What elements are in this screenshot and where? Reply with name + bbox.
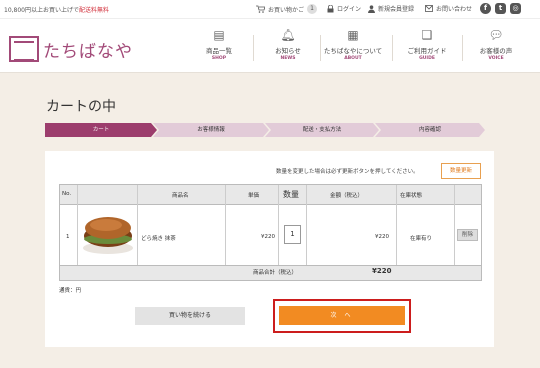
instagram-icon[interactable]: ◎ [510,3,521,14]
header-stock: 在庫状態 [400,193,423,199]
next-button[interactable]: 次 へ [279,306,405,325]
line-amount: ¥220 [375,234,389,240]
header-amount: 金額（税込） [330,193,364,199]
header-product-name: 商品名 [172,193,189,199]
checkout-steps: カート お客様情報 配送・支払方法 内容確認 [45,123,485,137]
quantity-notice: 数量を変更した場合は必ず更新ボタンを押してください。 [276,169,419,175]
calendar-icon: ▦ [347,28,359,42]
nav-divider [462,35,463,61]
nav-voice[interactable]: 💬︎ お客様の声 VOICE [466,27,526,61]
cart-label: お買い物かご [268,6,305,14]
dorayaki-image [83,217,133,254]
facebook-icon[interactable]: f [480,3,491,14]
logo-text[interactable]: たちばなや [43,37,133,62]
site-header: たちばなや ▤ 商品一覧 SHOP 🔔︎ お知らせ NEWS ▦ たちばなやにつ… [0,19,540,73]
contact-label: お問い合わせ [436,6,473,13]
contact-link[interactable]: お問い合わせ [425,4,472,13]
nav-news[interactable]: 🔔︎ お知らせ NEWS [258,27,318,61]
step-cart: カート [45,123,157,137]
register-link[interactable]: 新規会員登録 [368,4,414,13]
twitter-icon[interactable]: t [495,3,506,14]
mail-icon [425,5,433,12]
document-icon: ▤ [213,28,225,42]
header-quantity: 数量 [283,190,299,199]
currency-note: 通貨：円 [59,288,82,294]
page-title: カートの中 [46,99,116,115]
quantity-input[interactable]: 1 [284,225,301,244]
continue-shopping-button[interactable]: 買い物を続ける [135,307,245,325]
lock-icon [327,4,334,12]
update-quantity-button[interactable]: 数量更新 [441,163,481,179]
unit-price: ¥220 [261,234,275,240]
logo-mark[interactable] [9,36,39,62]
header-unit-price: 単価 [248,193,260,199]
step-customer-info: お客様情報 [153,123,269,137]
header-no: No. [62,191,72,197]
book-icon: ❑ [421,28,433,42]
top-bar: 10,800円以上お買い上げで配送料無料 お買い物かご 1 ログイン 新規会員登… [0,0,540,19]
login-link[interactable]: ログイン [327,4,361,13]
nav-guide[interactable]: ❑ ご利用ガイド GUIDE [397,27,457,61]
subtotal-value: ¥220 [372,267,392,275]
nav-divider [253,35,254,61]
nav-about[interactable]: ▦ たちばなやについて ABOUT [318,27,388,61]
delete-button[interactable]: 削除 [457,229,478,241]
subtotal-label: 商品合計（税込） [253,270,298,276]
cart-link[interactable]: お買い物かご 1 [256,4,318,14]
step-shipping-payment: 配送・支払方法 [265,123,379,137]
step-confirm: 内容確認 [375,123,485,137]
stock-status: 在庫有り [410,236,433,242]
nav-divider [392,35,393,61]
product-name[interactable]: どら焼き 抹茶 [141,234,176,242]
free-shipping-notice: 10,800円以上お買い上げで配送料無料 [4,7,110,14]
product-image[interactable] [80,208,136,258]
speech-bubble-icon: 💬︎ [488,28,504,42]
register-label: 新規会員登録 [378,6,415,13]
bell-icon: 🔔︎ [280,28,296,42]
cart-count-badge: 1 [307,4,318,14]
row-number: 1 [66,234,70,240]
login-label: ログイン [337,6,362,13]
nav-shop[interactable]: ▤ 商品一覧 SHOP [189,27,249,61]
cart-icon [256,5,265,13]
user-icon [368,4,375,13]
